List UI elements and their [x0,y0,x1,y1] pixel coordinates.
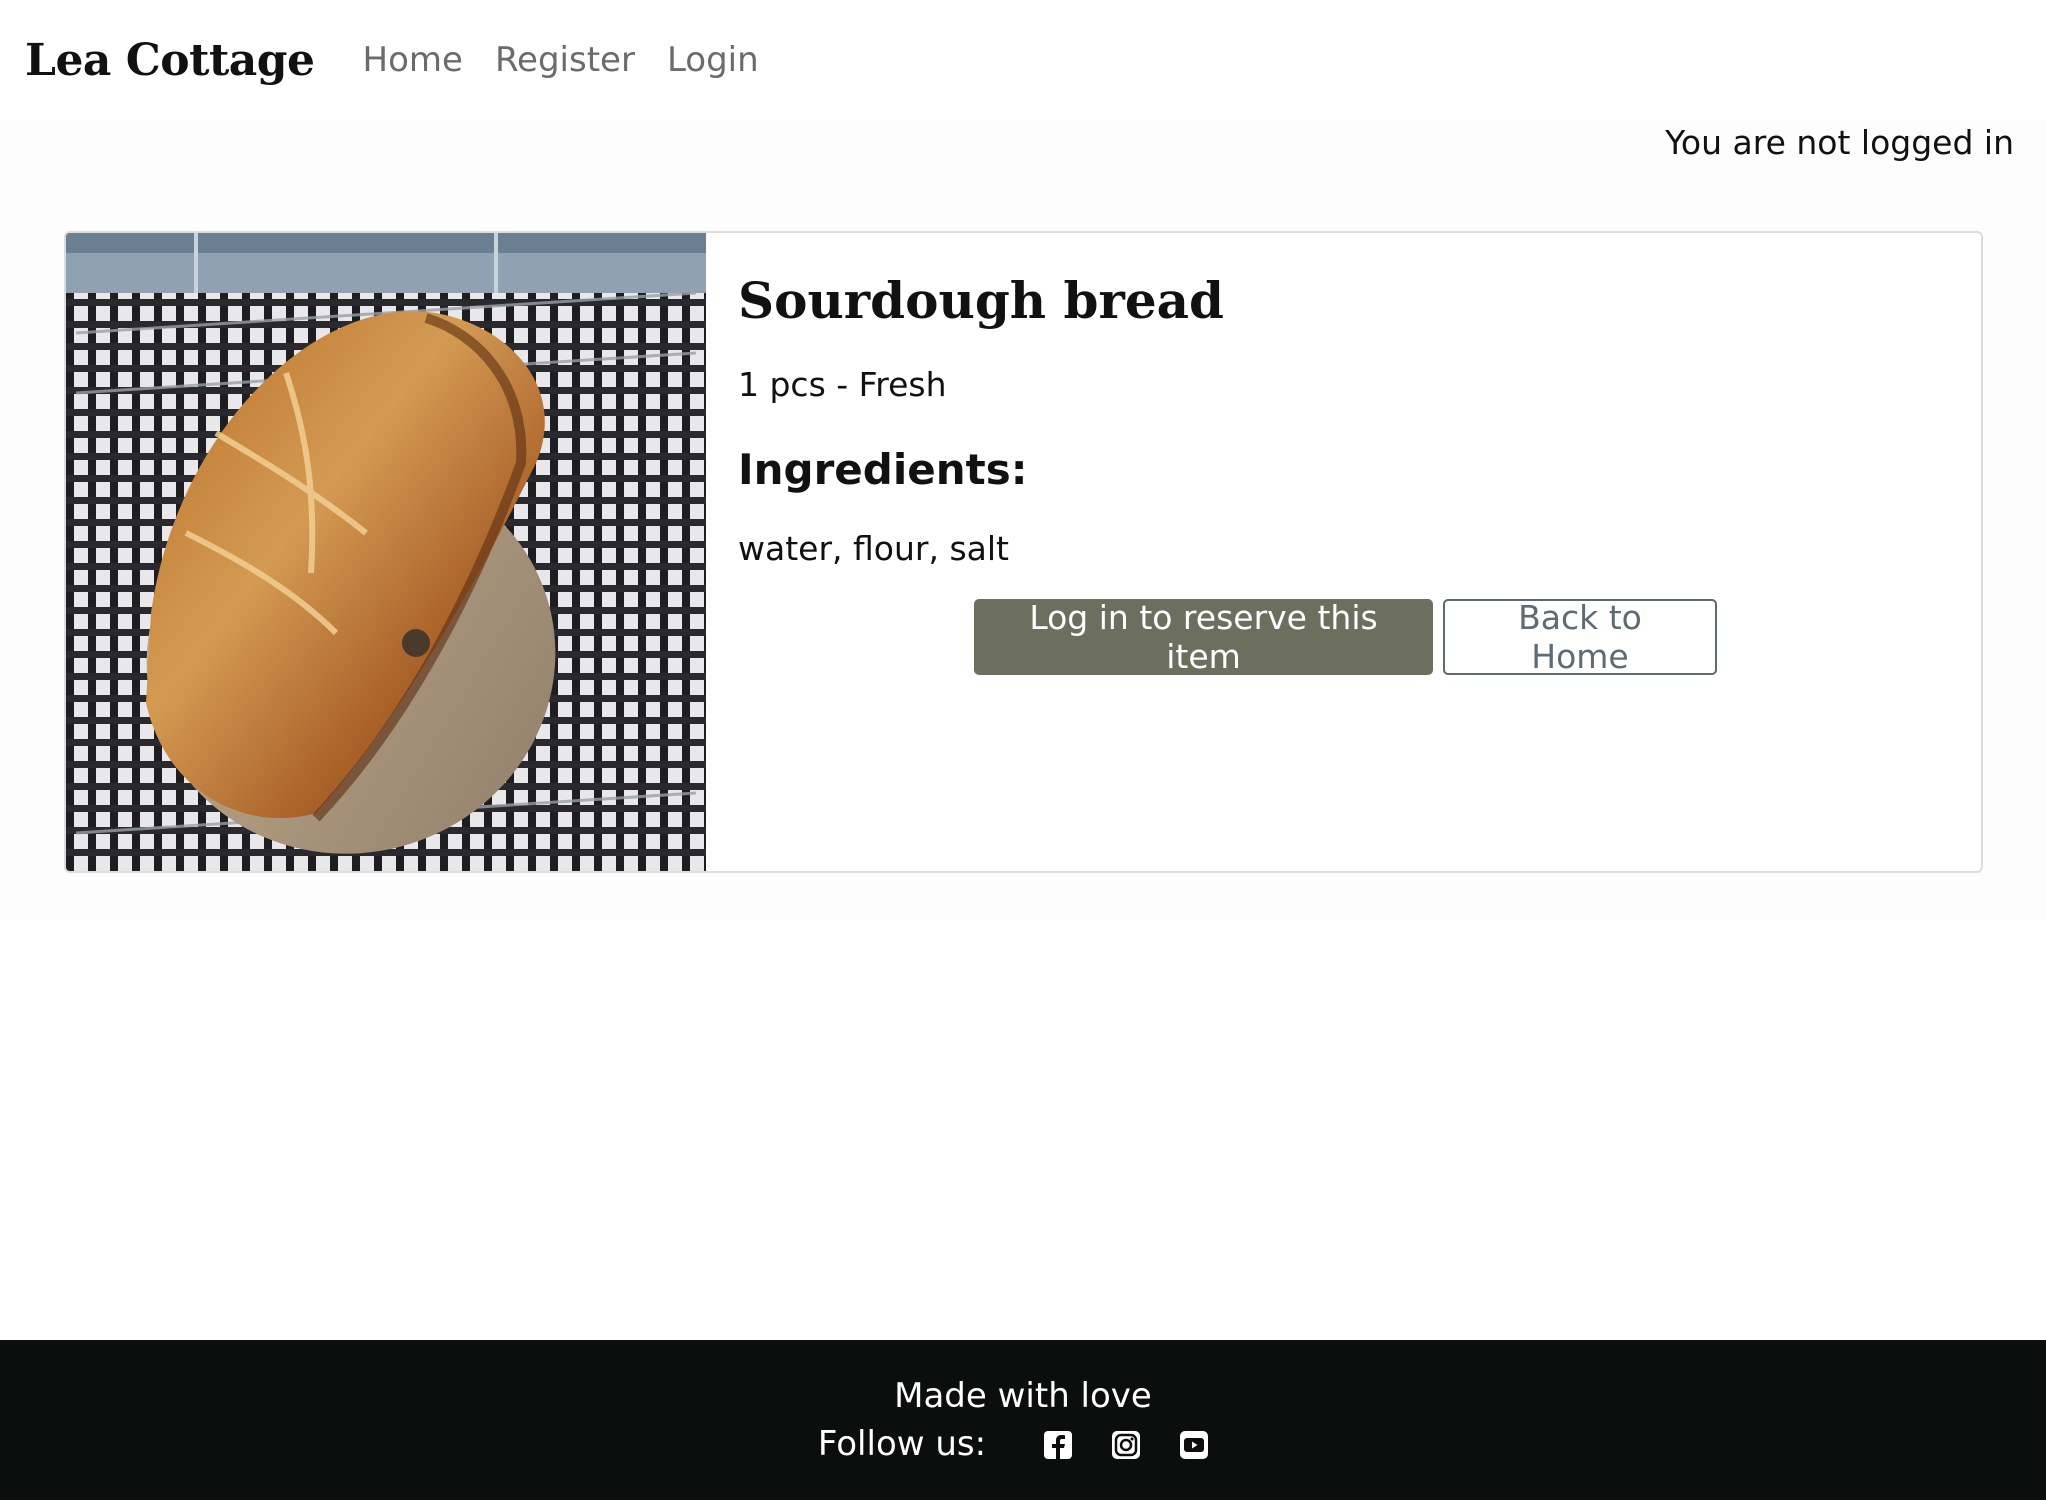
login-status: You are not logged in [1665,123,2014,162]
footer: Made with love Follow us: [0,1340,2046,1500]
action-buttons: Log in to reserve this item Back to Home [974,598,1717,676]
youtube-icon[interactable] [1179,1429,1209,1459]
footer-social: Follow us: [0,1424,2046,1464]
brand-logo[interactable]: Lea Cottage [25,35,315,86]
back-home-button[interactable]: Back to Home [1443,598,1717,676]
nav-link-register[interactable]: Register [495,40,635,80]
instagram-icon[interactable] [1111,1429,1141,1459]
product-quantity-status: 1 pcs - Fresh [738,365,947,404]
main-content: You are not logged in Sourdough bread 1 … [0,120,2046,920]
nav-link-login[interactable]: Login [667,40,759,80]
product-title: Sourdough bread [738,271,1225,330]
reserve-login-button[interactable]: Log in to reserve this item [974,598,1433,676]
navbar: Lea Cottage Home Register Login [0,0,2046,120]
nav-link-home[interactable]: Home [363,40,463,80]
product-card: Sourdough bread 1 pcs - Fresh Ingredient… [64,231,1983,873]
product-image [66,233,706,871]
facebook-icon[interactable] [1043,1429,1073,1459]
ingredients-heading: Ingredients: [738,445,1028,494]
ingredients-list: water, flour, salt [738,529,1009,568]
product-details: Sourdough bread 1 pcs - Fresh Ingredient… [738,233,1958,871]
footer-tagline: Made with love [894,1376,1152,1416]
follow-us-label: Follow us: [817,1424,987,1464]
